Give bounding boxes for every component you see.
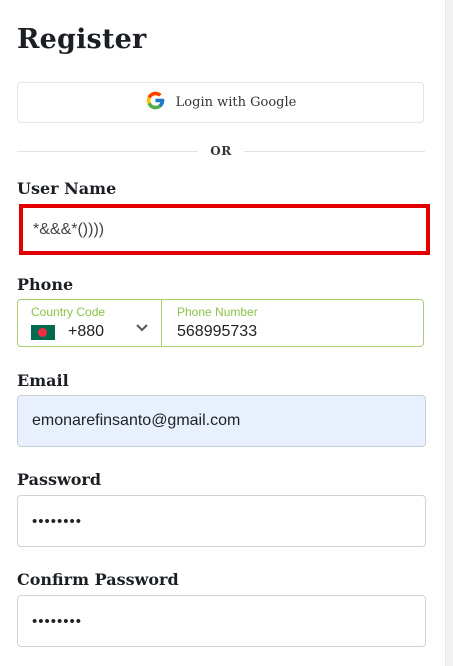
phone-number-field[interactable]: Phone Number 568995733 xyxy=(162,300,423,346)
username-label: User Name xyxy=(17,179,117,198)
email-input[interactable] xyxy=(18,396,425,446)
phone-field-group: Country Code +880 Phone Number 568995733 xyxy=(17,299,424,347)
confirm-password-label: Confirm Password xyxy=(17,570,179,589)
phone-number-label: Phone Number xyxy=(177,305,258,319)
phone-label: Phone xyxy=(17,275,74,294)
divider-line-right xyxy=(243,150,425,152)
google-logo-icon xyxy=(145,90,166,115)
google-login-button[interactable]: Login with Google xyxy=(17,82,424,123)
country-code-select[interactable]: Country Code +880 xyxy=(18,300,162,346)
google-login-label: Login with Google xyxy=(175,95,297,110)
confirm-password-field[interactable] xyxy=(17,595,426,647)
scrollbar-track[interactable] xyxy=(445,0,453,666)
page-title: Register xyxy=(17,24,147,55)
country-code-value: +880 xyxy=(68,323,105,340)
or-divider: OR xyxy=(17,142,425,160)
username-field[interactable] xyxy=(19,204,430,255)
country-code-label: Country Code xyxy=(31,305,106,319)
phone-number-value[interactable]: 568995733 xyxy=(177,323,257,341)
password-field[interactable] xyxy=(17,495,426,547)
username-input[interactable] xyxy=(23,208,426,251)
email-field[interactable] xyxy=(17,395,426,447)
chevron-down-icon[interactable] xyxy=(134,319,150,335)
password-input[interactable] xyxy=(18,496,425,546)
password-label: Password xyxy=(17,470,102,489)
divider-line-left xyxy=(17,150,199,152)
or-text: OR xyxy=(210,144,232,158)
confirm-password-input[interactable] xyxy=(18,596,425,646)
email-label: Email xyxy=(17,371,69,390)
bangladesh-flag-icon xyxy=(31,325,55,340)
